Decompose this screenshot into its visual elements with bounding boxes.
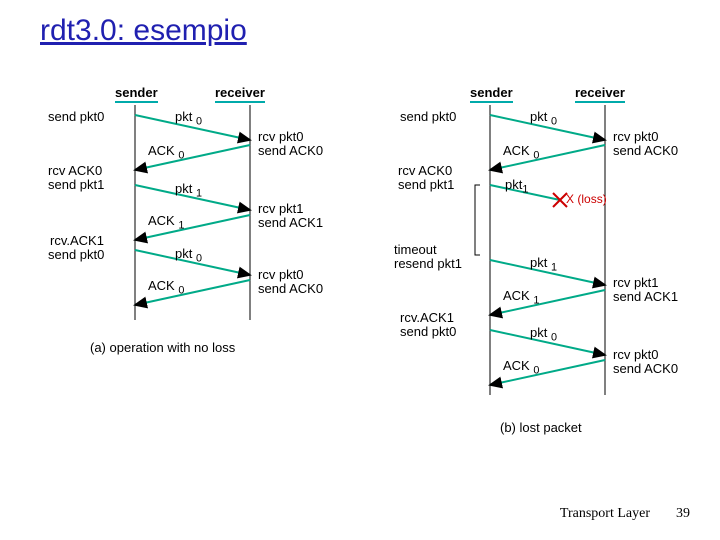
b-send-pkt0: send pkt0 xyxy=(400,109,456,124)
sender-header-b: sender xyxy=(470,85,513,103)
b-arrow-pkt1-lost: pkt1 xyxy=(505,177,528,196)
lbl-rcv-ack1: rcv.ACK1 xyxy=(50,233,104,248)
b-rcv-pkt1: rcv pkt1 xyxy=(613,275,659,290)
lbl-send-ack1: send ACK1 xyxy=(258,215,323,230)
b-send-pkt0-2: send pkt0 xyxy=(400,324,456,339)
b-rcv-pkt0: rcv pkt0 xyxy=(613,129,659,144)
b-rcv-ack1: rcv.ACK1 xyxy=(400,310,454,325)
lbl-rcv-pkt0: rcv pkt0 xyxy=(258,129,304,144)
receiver-header-b: receiver xyxy=(575,85,625,103)
panel-b: sender receiver send pkt0 pkt 0 rcv pkt0… xyxy=(370,85,700,435)
arrow-lbl-ack0-2: ACK 0 xyxy=(148,278,184,297)
lbl-send-pkt0: send pkt0 xyxy=(48,109,104,124)
b-send-ack0-2: send ACK0 xyxy=(613,361,678,376)
lbl-rcv-ack0: rcv ACK0 xyxy=(48,163,102,178)
loss-label: X (loss) xyxy=(566,192,607,206)
b-arrow-ack0-2: ACK 0 xyxy=(503,358,539,377)
lbl-send-pkt0-2: send pkt0 xyxy=(48,247,104,262)
diagram-area: sender receiver send pkt0 pkt 0 rcv pkt0… xyxy=(20,85,700,505)
caption-b: (b) lost packet xyxy=(500,420,582,435)
b-arrow-pkt0-2: pkt 0 xyxy=(530,325,557,344)
arrow-lbl-pkt0-2: pkt 0 xyxy=(175,246,202,265)
lbl-send-ack0: send ACK0 xyxy=(258,143,323,158)
slide-title: rdt3.0: esempio xyxy=(40,14,247,48)
arrow-lbl-ack1: ACK 1 xyxy=(148,213,184,232)
footer-page: 39 xyxy=(676,506,690,522)
arrow-lbl-ack0: ACK 0 xyxy=(148,143,184,162)
lbl-rcv-pkt0-2: rcv pkt0 xyxy=(258,267,304,282)
caption-a: (a) operation with no loss xyxy=(90,340,235,355)
b-timeout: timeout xyxy=(394,242,437,257)
lbl-rcv-pkt1: rcv pkt1 xyxy=(258,201,304,216)
b-send-ack0: send ACK0 xyxy=(613,143,678,158)
footer-label: Transport Layer xyxy=(560,506,650,522)
arrow-lbl-pkt0: pkt 0 xyxy=(175,109,202,128)
lbl-send-ack0-2: send ACK0 xyxy=(258,281,323,296)
b-rcv-pkt0-2: rcv pkt0 xyxy=(613,347,659,362)
b-send-pkt1: send pkt1 xyxy=(398,177,454,192)
arrow-lbl-pkt1: pkt 1 xyxy=(175,181,202,200)
b-arrow-ack0: ACK 0 xyxy=(503,143,539,162)
b-arrow-pkt0: pkt 0 xyxy=(530,109,557,128)
b-resend-pkt1: resend pkt1 xyxy=(394,256,462,271)
b-arrow-ack1: ACK 1 xyxy=(503,288,539,307)
b-arrow-pkt1: pkt 1 xyxy=(530,255,557,274)
receiver-header: receiver xyxy=(215,85,265,103)
panel-a: sender receiver send pkt0 pkt 0 rcv pkt0… xyxy=(20,85,340,365)
lbl-send-pkt1: send pkt1 xyxy=(48,177,104,192)
b-send-ack1: send ACK1 xyxy=(613,289,678,304)
b-rcv-ack0: rcv ACK0 xyxy=(398,163,452,178)
sender-header: sender xyxy=(115,85,158,103)
